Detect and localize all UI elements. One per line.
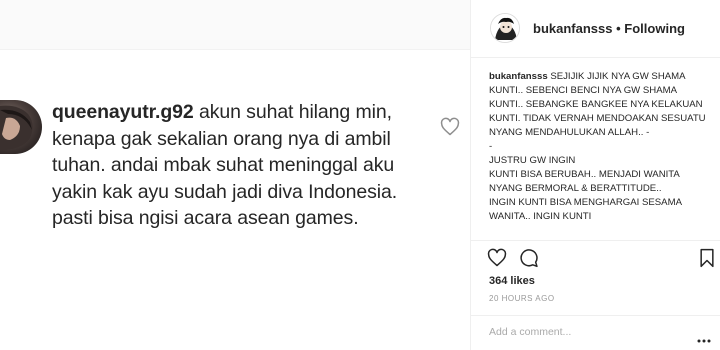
bookmark-icon[interactable] [697,248,717,268]
header-username[interactable]: bukanfansss [533,21,612,36]
caption-username[interactable]: bukanfansss [489,71,548,82]
following-button[interactable]: Following [624,21,685,36]
like-heart-icon[interactable] [487,248,507,268]
comment-text: queenayutr.g92 akun suhat hilang min, ke… [52,99,422,232]
likes-count[interactable]: 364 likes [489,275,535,287]
add-comment-bar [471,315,720,350]
action-bar [471,240,720,274]
post-timestamp: 20 HOURS AGO [489,294,555,303]
profile-avatar[interactable] [490,13,520,43]
post-header: bukanfansss • Following [471,0,720,58]
more-options-icon[interactable] [697,330,711,343]
comment-username: queenayutr.g92 [52,101,194,123]
caption-text: SEJIJIK JIJIK NYA GW SHAMA KUNTI.. SEBEN… [489,71,706,222]
header-separator: • [616,21,621,36]
post-sidebar: bukanfansss • Following bukanfansss SEJI… [470,0,720,350]
header-user-line: bukanfansss • Following [533,21,685,36]
post-image: queenayutr.g92 akun suhat hilang min, ke… [0,0,470,350]
comment-bubble-icon[interactable] [519,248,539,268]
add-comment-input[interactable] [489,326,669,338]
caption: bukanfansss SEJIJIK JIJIK NYA GW SHAMA K… [489,70,709,240]
image-top-band [0,0,470,50]
heart-outline-icon [440,117,460,137]
